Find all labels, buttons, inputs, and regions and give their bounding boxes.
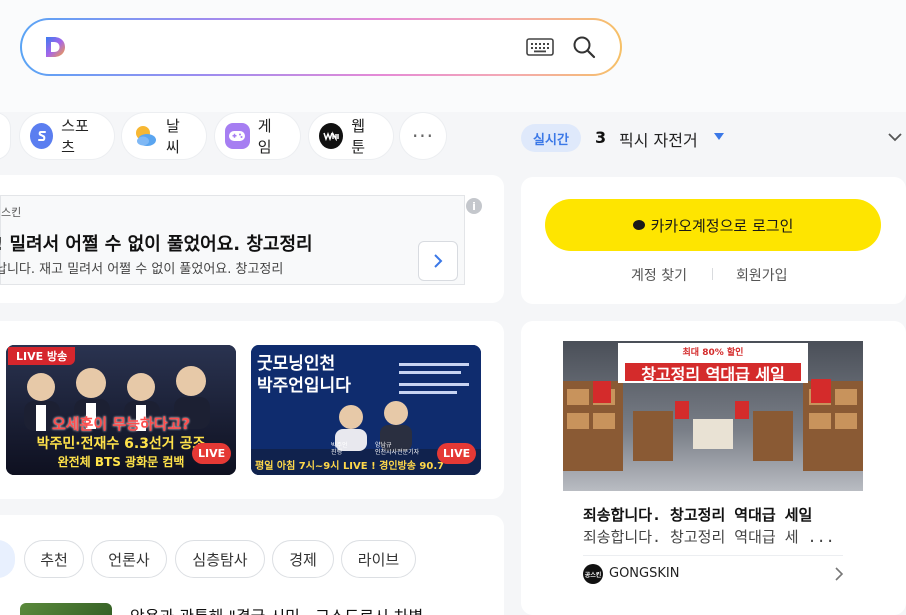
chip-label: 게임 <box>257 117 272 156</box>
signup-link[interactable]: 회원가입 <box>736 265 788 285</box>
ad-image-headline: 창고정리 역대급 세일 <box>641 365 785 384</box>
chip-label: 웹툰 <box>351 117 366 156</box>
tab-live[interactable]: 라이브 <box>341 540 416 578</box>
tab-recommended[interactable]: 추천 <box>24 540 84 578</box>
realtime-badge[interactable]: 실시간 <box>521 124 581 152</box>
news-thumbnail[interactable] <box>20 603 112 615</box>
chip-sports[interactable]: 스포츠 <box>20 113 114 159</box>
chevron-down-icon[interactable] <box>886 128 904 146</box>
divider <box>712 268 713 280</box>
live-tag: LIVE <box>437 443 477 464</box>
game-icon <box>225 123 250 149</box>
live-thumbnail-1[interactable]: LIVE 방송 오세훈이 무능하다고? 박주민·전재수 6.3선거 공조 완전체… <box>6 345 236 475</box>
daum-logo-icon[interactable] <box>42 34 68 60</box>
webtoon-icon <box>319 123 344 149</box>
search-bar <box>20 18 622 76</box>
display-ad-card: 최대 80% 할인 창고정리 역대급 세일 죄송합니다. 창고정리 역대급 세일… <box>521 321 906 615</box>
chip-webtoon[interactable]: 웹툰 <box>309 113 393 159</box>
tab-in-depth[interactable]: 심층탐사 <box>175 540 265 578</box>
ad-description: 죄송합니다. 창고정리 역대급 세 ... <box>583 528 835 546</box>
ad-brand: 스킨 <box>1 206 22 219</box>
login-card: 카카오계정으로 로그인 계정 찾기 회원가입 <box>521 177 906 304</box>
live-card: LIVE 방송 오세훈이 무능하다고? 박주민·전재수 6.3선거 공조 완전체… <box>0 321 504 499</box>
weather-icon <box>132 123 158 149</box>
chevron-right-icon <box>434 254 443 268</box>
more-icon: ··· <box>411 124 435 148</box>
ad-title[interactable]: ! 밀려서 어쩔 수 없이 풀었어요. 창고정리 <box>0 230 313 256</box>
chevron-right-icon[interactable] <box>832 566 846 582</box>
search-icon[interactable] <box>572 35 596 59</box>
find-account-link[interactable]: 계정 찾기 <box>631 265 687 285</box>
sports-icon <box>30 123 54 149</box>
ad-arrow-button[interactable] <box>418 241 458 281</box>
chip-weather[interactable]: 날씨 <box>122 113 206 159</box>
search-input[interactable] <box>82 30 512 64</box>
chip-game[interactable]: 게임 <box>215 113 300 159</box>
kakao-talk-icon <box>632 220 645 230</box>
live-thumbnail-2[interactable]: 굿모닝인천 박주언입니다 박주언 진행 양남규 인천시사전문기자 평일 아침 7… <box>251 345 481 475</box>
live-1-line1: 오세훈이 무능하다고? <box>51 415 191 433</box>
keyboard-icon[interactable] <box>526 37 554 57</box>
ad-advertiser[interactable]: GONGSKIN <box>609 566 679 581</box>
kakao-login-button[interactable]: 카카오계정으로 로그인 <box>545 199 881 251</box>
live-2-line2: 박주언입니다 <box>257 376 351 396</box>
chip-label: 스포츠 <box>61 117 89 156</box>
ad-image-small-text: 최대 80% 할인 <box>682 348 744 358</box>
ad-headline[interactable]: 죄송합니다. 창고정리 역대급 세일 <box>583 504 812 525</box>
divider <box>583 555 843 556</box>
news-headline[interactable]: 악용과 관통해 "결국 시민...고소도로시 차별 <box>130 603 423 615</box>
caret-down-icon <box>714 133 724 140</box>
gongskin-logo: 공스킨 <box>583 564 603 584</box>
realtime-rank: 3 <box>595 128 607 147</box>
ad-image[interactable]: 최대 80% 할인 창고정리 역대급 세일 <box>563 341 863 491</box>
live-2-host1-role: 진행 <box>331 449 343 456</box>
live-2-line1: 굿모닝인천 <box>257 354 336 374</box>
chip-label: 날씨 <box>166 117 180 156</box>
tab-economy[interactable]: 경제 <box>272 540 334 578</box>
live-2-host2-role: 인천시사전문기자 <box>375 449 420 456</box>
more-button[interactable]: ··· <box>400 113 446 159</box>
live-badge: LIVE 방송 <box>8 347 76 365</box>
kakao-login-label: 카카오계정으로 로그인 <box>650 216 794 235</box>
ad-description: 납니다. 재고 밀려서 어쩔 수 없이 풀었어요. 창고정리 <box>0 262 284 277</box>
chip-partial[interactable] <box>0 113 10 159</box>
live-tag: LIVE <box>192 443 232 464</box>
tab-press[interactable]: 언론사 <box>91 540 167 578</box>
ad-card: 스킨 ! 밀려서 어쩔 수 없이 풀었어요. 창고정리 납니다. 재고 밀려서 … <box>0 175 504 303</box>
live-2-bottom: 평일 아침 7시~9시 LIVE ! 경인방송 90.7 <box>255 461 445 472</box>
ad-info-icon[interactable]: i <box>466 198 482 214</box>
ad-banner[interactable]: 스킨 ! 밀려서 어쩔 수 없이 풀었어요. 창고정리 납니다. 재고 밀려서 … <box>0 195 465 285</box>
realtime-keyword[interactable]: 픽시 자전거 <box>619 127 698 151</box>
